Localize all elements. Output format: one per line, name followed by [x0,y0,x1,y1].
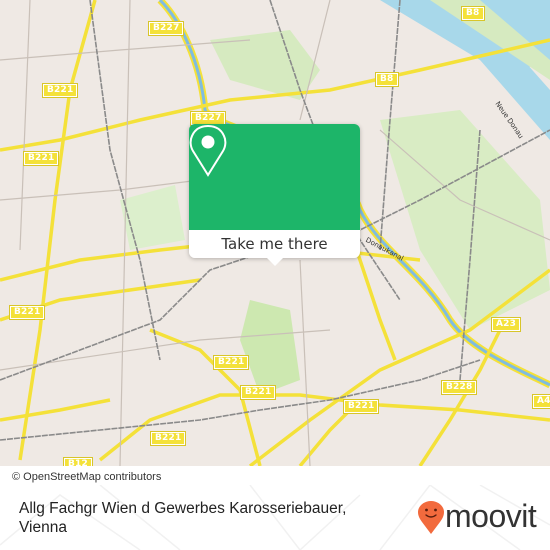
road-shield-b8: B8 [461,6,485,21]
road-shield-b221: B221 [212,355,250,370]
road-shield-a4: A4 [532,394,550,409]
augarten-park [210,30,320,100]
popup-pointer [267,258,283,266]
take-me-there-button[interactable]: Take me there [189,230,360,258]
road-shield-b8: B8 [375,72,399,87]
popup-header [189,124,360,230]
road-shield-a23: A23 [490,317,522,332]
road-shield-b221: B221 [149,431,187,446]
road-shield-b221: B221 [239,385,277,400]
road-shield-b221: B221 [22,151,60,166]
location-popup: Take me there [189,124,360,266]
location-pin-icon [189,124,227,177]
volksgarten-park [120,185,185,250]
road-shield-b227: B227 [147,21,185,36]
map[interactable]: B227 B227 B8 B8 B221 B221 B221 B221 B221… [0,0,550,466]
moovit-face-pin-icon [418,501,444,534]
road-shield-b221: B221 [8,305,46,320]
belvedere-park [240,300,300,395]
road-shield-b228: B228 [440,380,478,395]
road-shield-b12: B12 [63,457,93,466]
footer: Allg Fachgr Wien d Gewerbes Karosserieba… [0,485,550,550]
moovit-logo[interactable]: moovit [418,497,543,537]
road-shield-b221: B221 [41,83,79,98]
road-shield-b221: B221 [342,399,380,414]
moovit-wordmark: moovit [445,498,537,534]
map-attribution[interactable]: © OpenStreetMap contributors [0,470,205,485]
place-name: Allg Fachgr Wien d Gewerbes Karosserieba… [19,500,347,536]
